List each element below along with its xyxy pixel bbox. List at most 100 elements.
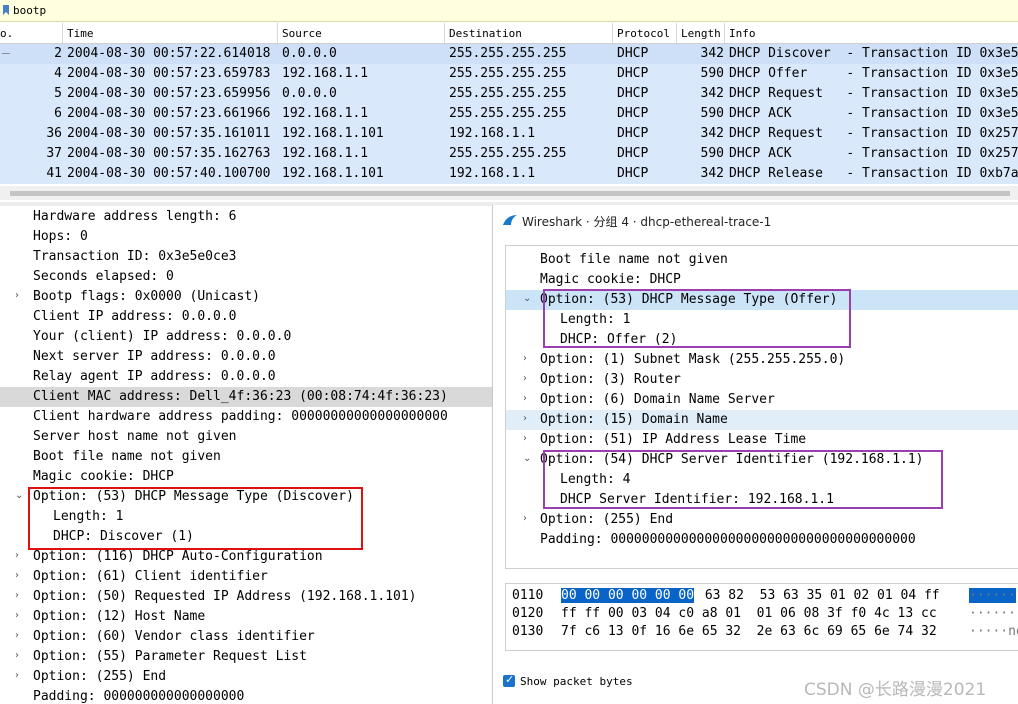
window-title: Wireshark · 分组 4 · dhcp-ethereal-trace-1 (522, 215, 772, 229)
show-packet-bytes-label[interactable]: Show packet bytes (520, 675, 633, 688)
popup-detail-text: Magic cookie: DHCP (540, 272, 681, 287)
popup-detail-row[interactable]: › Option: (15) Domain Name (506, 410, 1018, 430)
cell-destination: 192.168.1.1 (449, 126, 536, 141)
popup-detail-row[interactable]: › Option: (51) IP Address Lease Time (506, 430, 1018, 450)
detail-row[interactable]: › Option: (61) Client identifier (0, 567, 492, 587)
packet-list[interactable]: o. Time ⌃ Source Destination Protocol Le… (0, 23, 1018, 184)
hex-row[interactable]: 0110 00 00 00 00 00 00 63 82 53 63 35 01 … (506, 587, 1018, 605)
bookmark-icon[interactable] (2, 4, 10, 16)
detail-row[interactable]: Client MAC address: Dell_4f:36:23 (00:08… (0, 387, 492, 407)
popup-detail-text: Option: (3) Router (540, 372, 681, 387)
packet-row[interactable]: 5 2004-08-30 00:57:23.659956 0.0.0.0 255.25… (0, 84, 1018, 104)
window-titlebar[interactable]: Wireshark · 分组 4 · dhcp-ethereal-trace-1 (493, 205, 1018, 236)
detail-row[interactable]: Client IP address: 0.0.0.0 (0, 307, 492, 327)
scrollbar-thumb[interactable] (10, 191, 1010, 196)
packet-details-tree[interactable]: Hardware address length: 6 Hops: 0 Transac… (0, 207, 492, 704)
ascii-bytes[interactable]: ······ (969, 588, 1016, 603)
popup-detail-row[interactable]: › Option: (255) End (506, 510, 1018, 530)
cell-info: DHCP Release - Transaction ID 0xb7a (729, 166, 1018, 181)
collapsed-chevron-icon[interactable]: › (523, 393, 527, 404)
col-protocol[interactable]: Protocol (617, 27, 670, 40)
popup-detail-row[interactable]: › Option: (3) Router (506, 370, 1018, 390)
hex-bytes[interactable]: 7f c6 13 0f 16 6e 65 32 2e 63 6c 69 65 6… (561, 624, 937, 639)
collapsed-chevron-icon[interactable]: › (15, 670, 19, 681)
detail-row[interactable]: Seconds elapsed: 0 (0, 267, 492, 287)
collapsed-chevron-icon[interactable]: › (15, 550, 19, 561)
col-destination[interactable]: Destination (449, 27, 522, 40)
detail-row[interactable]: Boot file name not given (0, 447, 492, 467)
col-time[interactable]: Time (67, 27, 94, 40)
detail-row[interactable]: Client hardware address padding: 0000000… (0, 407, 492, 427)
packet-row[interactable]: 37 2004-08-30 00:57:35.162763 192.168.1.1 2… (0, 144, 1018, 164)
detail-row[interactable]: › Option: (116) DHCP Auto-Configuration (0, 547, 492, 567)
hex-offset: 0120 (512, 606, 544, 621)
popup-detail-row[interactable]: › Option: (1) Subnet Mask (255.255.255.0) (506, 350, 1018, 370)
detail-row[interactable]: Hops: 0 (0, 227, 492, 247)
detail-text: Boot file name not given (33, 449, 221, 464)
packet-list-hscrollbar[interactable] (0, 186, 1018, 200)
ascii-bytes[interactable]: ·····ne (969, 624, 1018, 639)
col-source[interactable]: Source (282, 27, 322, 40)
detail-text: Client MAC address: Dell_4f:36:23 (00:08… (33, 389, 448, 404)
detail-row[interactable]: Hardware address length: 6 (0, 207, 492, 227)
expanded-chevron-icon[interactable]: ⌄ (523, 453, 531, 464)
expanded-chevron-icon[interactable]: ⌄ (15, 490, 23, 501)
packet-row[interactable]: 6 2004-08-30 00:57:23.661966 192.168.1.1 25… (0, 104, 1018, 124)
detail-row[interactable]: Relay agent IP address: 0.0.0.0 (0, 367, 492, 387)
packet-bytes-pane[interactable]: 0110 00 00 00 00 00 00 63 82 53 63 35 01 … (505, 583, 1018, 651)
detail-row[interactable]: › Bootp flags: 0x0000 (Unicast) (0, 287, 492, 307)
collapsed-chevron-icon[interactable]: › (15, 570, 19, 581)
collapsed-chevron-icon[interactable]: › (523, 433, 527, 444)
collapsed-chevron-icon[interactable]: › (523, 413, 527, 424)
detail-row[interactable]: Server host name not given (0, 427, 492, 447)
display-filter-bar[interactable]: bootp (0, 0, 1018, 22)
cell-source: 0.0.0.0 (282, 86, 337, 101)
col-info[interactable]: Info (729, 27, 756, 40)
cell-length: 590 (700, 106, 724, 121)
hex-bytes[interactable]: 63 82 53 63 35 01 02 01 04 ff (697, 588, 940, 603)
collapsed-chevron-icon[interactable]: › (15, 610, 19, 621)
hex-selected-bytes[interactable]: 00 00 00 00 00 00 (561, 588, 695, 603)
hex-bytes[interactable]: ff ff 00 03 04 c0 a8 01 01 06 08 3f f0 4… (561, 606, 937, 621)
col-length[interactable]: Length (681, 27, 721, 40)
packet-row[interactable]: 4 2004-08-30 00:57:23.659783 192.168.1.1 25… (0, 64, 1018, 84)
popup-detail-row[interactable]: › Option: (6) Domain Name Server (506, 390, 1018, 410)
hex-row[interactable]: 0130 7f c6 13 0f 16 6e 65 32 2e 63 6c 69 … (506, 623, 1018, 641)
expanded-chevron-icon[interactable]: ⌄ (523, 293, 531, 304)
collapsed-chevron-icon[interactable]: › (15, 590, 19, 601)
detail-row[interactable]: › Option: (60) Vendor class identifier (0, 627, 492, 647)
popup-detail-row[interactable]: Boot file name not given (506, 250, 1018, 270)
col-no[interactable]: o. (0, 27, 13, 40)
detail-row[interactable]: Magic cookie: DHCP (0, 467, 492, 487)
detail-text: Magic cookie: DHCP (33, 469, 174, 484)
collapsed-chevron-icon[interactable]: › (15, 290, 19, 301)
packet-row[interactable]: 36 2004-08-30 00:57:35.161011 192.168.1.10… (0, 124, 1018, 144)
detail-row[interactable]: Next server IP address: 0.0.0.0 (0, 347, 492, 367)
detail-row[interactable]: › Option: (255) End (0, 667, 492, 687)
cell-protocol: DHCP (617, 86, 649, 101)
detail-row[interactable]: › Option: (50) Requested IP Address (192.… (0, 587, 492, 607)
collapsed-chevron-icon[interactable]: › (15, 630, 19, 641)
packet-row[interactable]: 41 2004-08-30 00:57:40.100700 192.168.1.10… (0, 164, 1018, 184)
checkbox-checked-icon[interactable]: ✓ (503, 673, 515, 687)
collapsed-chevron-icon[interactable]: › (523, 513, 527, 524)
packet-window[interactable]: Wireshark · 分组 4 · dhcp-ethereal-trace-1… (492, 205, 1018, 704)
detail-text: Option: (55) Parameter Request List (33, 649, 307, 664)
cell-destination: 255.255.255.255 (449, 66, 567, 81)
detail-text: Relay agent IP address: 0.0.0.0 (33, 369, 276, 384)
packet-row[interactable]: —2 2004-08-30 00:57:22.614018 0.0.0.0 255.2… (0, 44, 1018, 64)
popup-detail-row[interactable]: Padding: 0000000000000000000000000000000… (506, 530, 1018, 550)
detail-row[interactable]: Your (client) IP address: 0.0.0.0 (0, 327, 492, 347)
collapsed-chevron-icon[interactable]: › (523, 353, 527, 364)
filter-text[interactable]: bootp (13, 4, 46, 17)
collapsed-chevron-icon[interactable]: › (523, 373, 527, 384)
detail-text: Next server IP address: 0.0.0.0 (33, 349, 276, 364)
detail-row[interactable]: Transaction ID: 0x3e5e0ce3 (0, 247, 492, 267)
collapsed-chevron-icon[interactable]: › (15, 650, 19, 661)
detail-row[interactable]: Padding: 000000000000000000 (0, 687, 492, 704)
ascii-bytes[interactable]: ······ (969, 606, 1016, 621)
hex-row[interactable]: 0120 ff ff 00 03 04 c0 a8 01 01 06 08 3f … (506, 605, 1018, 623)
detail-row[interactable]: › Option: (55) Parameter Request List (0, 647, 492, 667)
detail-row[interactable]: › Option: (12) Host Name (0, 607, 492, 627)
popup-detail-row[interactable]: Magic cookie: DHCP (506, 270, 1018, 290)
